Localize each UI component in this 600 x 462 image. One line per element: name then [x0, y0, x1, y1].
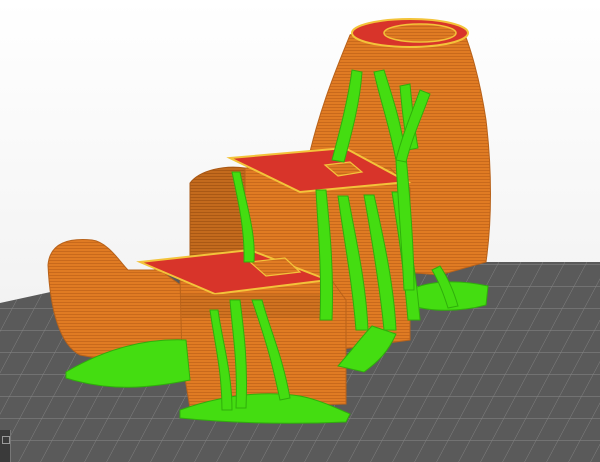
view-orientation-widget[interactable] [0, 430, 11, 462]
slice-preview-scene[interactable] [0, 0, 600, 462]
3d-view-canvas[interactable] [0, 0, 600, 462]
